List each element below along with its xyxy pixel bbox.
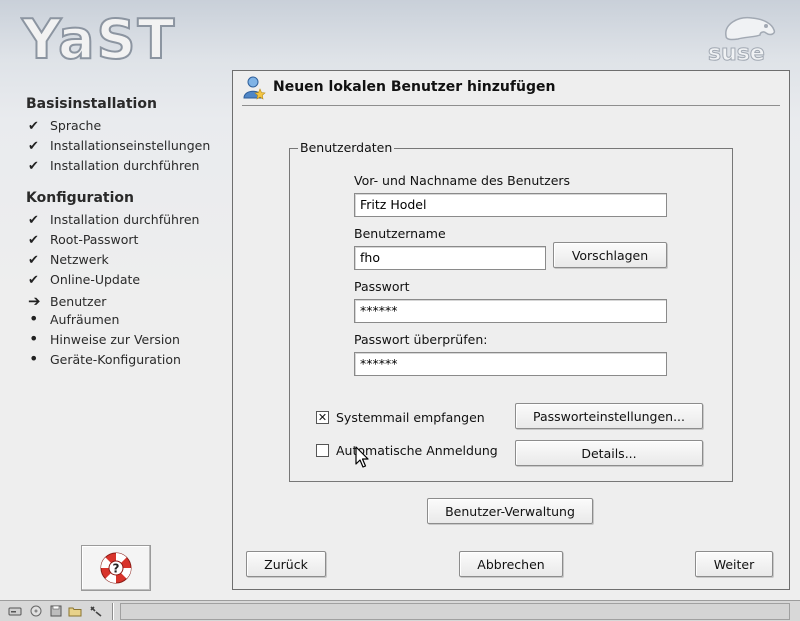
section-heading-basisinstallation: Basisinstallation bbox=[26, 96, 157, 112]
systemmail-label[interactable]: Systemmail empfangen bbox=[336, 410, 485, 425]
check-mark-icon: ✕ bbox=[317, 411, 328, 424]
dialog-panel: Neuen lokalen Benutzer hinzufügen Benutz… bbox=[232, 70, 790, 590]
user-data-group: Benutzerdaten Vor- und Nachname des Benu… bbox=[289, 140, 733, 482]
step-label: Netzwerk bbox=[50, 252, 109, 267]
step-label: Hinweise zur Version bbox=[50, 332, 180, 347]
checkmark-icon: ✔ bbox=[28, 119, 39, 134]
checkmark-icon: ✔ bbox=[28, 139, 39, 154]
svg-text:?: ? bbox=[113, 562, 120, 576]
help-button[interactable]: ? bbox=[81, 545, 151, 591]
svg-text:suse: suse bbox=[708, 41, 765, 64]
mouse-pointer-icon bbox=[355, 446, 369, 468]
next-button[interactable]: Weiter bbox=[695, 551, 773, 577]
step-label: Installation durchführen bbox=[50, 212, 200, 227]
taskbar bbox=[0, 600, 800, 621]
step-label: Aufräumen bbox=[50, 312, 120, 327]
password-settings-button[interactable]: Passworteinstellungen... bbox=[515, 403, 703, 429]
checkmark-icon: ✔ bbox=[28, 213, 39, 228]
checkmark-icon: ✔ bbox=[28, 253, 39, 268]
step-hinweise-zur-version: • Hinweise zur Version bbox=[28, 329, 228, 352]
step-installationseinstellungen: ✔ Installationseinstellungen bbox=[28, 138, 228, 158]
title-divider bbox=[242, 105, 780, 106]
step-label: Root-Passwort bbox=[50, 232, 139, 247]
suggest-button[interactable]: Vorschlagen bbox=[553, 242, 667, 268]
details-button[interactable]: Details... bbox=[515, 440, 703, 466]
step-sprache: ✔ Sprache bbox=[28, 118, 228, 138]
step-label: Benutzer bbox=[50, 294, 107, 309]
step-benutzer-current: ➔ Benutzer bbox=[28, 292, 228, 312]
step-installation-durchfuehren: ✔ Installation durchführen bbox=[28, 158, 228, 178]
password-label: Passwort bbox=[354, 279, 410, 294]
task-list-area[interactable] bbox=[120, 603, 790, 620]
password-confirm-label: Passwort überprüfen: bbox=[354, 332, 488, 347]
step-label: Installation durchführen bbox=[50, 158, 200, 173]
tools-icon[interactable] bbox=[89, 605, 103, 617]
folder-icon[interactable] bbox=[68, 605, 82, 617]
fullname-label: Vor- und Nachname des Benutzers bbox=[354, 173, 571, 188]
section-heading-konfiguration: Konfiguration bbox=[26, 190, 134, 206]
dialog-title: Neuen lokalen Benutzer hinzufügen bbox=[273, 79, 556, 95]
systemmail-checkbox[interactable]: ✕ bbox=[316, 411, 329, 424]
bullet-icon: • bbox=[29, 329, 39, 348]
password-confirm-field[interactable]: ****** bbox=[354, 352, 667, 376]
step-label: Sprache bbox=[50, 118, 102, 133]
yast-logo: YaST bbox=[20, 8, 176, 66]
drive-icon[interactable] bbox=[8, 605, 22, 617]
suse-logo: suse bbox=[708, 16, 776, 64]
cancel-button[interactable]: Abbrechen bbox=[459, 551, 563, 577]
autologin-checkbox[interactable] bbox=[316, 444, 329, 457]
step-label: Online-Update bbox=[50, 272, 141, 287]
bullet-icon: • bbox=[29, 349, 39, 368]
help-lifebuoy-icon: ? bbox=[100, 552, 132, 584]
username-field[interactable]: fho bbox=[354, 246, 546, 270]
checkmark-icon: ✔ bbox=[28, 233, 39, 248]
checkmark-icon: ✔ bbox=[28, 159, 39, 174]
fullname-field[interactable]: Fritz Hodel bbox=[354, 193, 667, 217]
password-field[interactable]: ****** bbox=[354, 299, 667, 323]
step-geraete-konfiguration: • Geräte-Konfiguration bbox=[28, 349, 228, 372]
back-button[interactable]: Zurück bbox=[246, 551, 326, 577]
checkmark-icon: ✔ bbox=[28, 273, 39, 288]
username-label: Benutzername bbox=[354, 226, 446, 241]
step-label: Geräte-Konfiguration bbox=[50, 352, 181, 367]
step-installation-durchfuehren-2: ✔ Installation durchführen bbox=[28, 212, 228, 232]
step-online-update: ✔ Online-Update bbox=[28, 272, 228, 292]
disc-icon[interactable] bbox=[29, 605, 43, 617]
step-label: Installationseinstellungen bbox=[50, 138, 211, 153]
step-aufraeumen: • Aufräumen bbox=[28, 309, 228, 332]
user-admin-button[interactable]: Benutzer-Verwaltung bbox=[427, 498, 593, 524]
step-root-passwort: ✔ Root-Passwort bbox=[28, 232, 228, 252]
svg-text:YaST: YaST bbox=[21, 8, 176, 66]
taskbar-separator bbox=[112, 603, 114, 620]
user-add-icon bbox=[243, 76, 266, 100]
group-label: Benutzerdaten bbox=[298, 140, 395, 155]
floppy-icon[interactable] bbox=[49, 605, 63, 617]
arrow-right-icon: ➔ bbox=[28, 292, 41, 310]
bullet-icon: • bbox=[29, 309, 39, 328]
step-netzwerk: ✔ Netzwerk bbox=[28, 252, 228, 272]
